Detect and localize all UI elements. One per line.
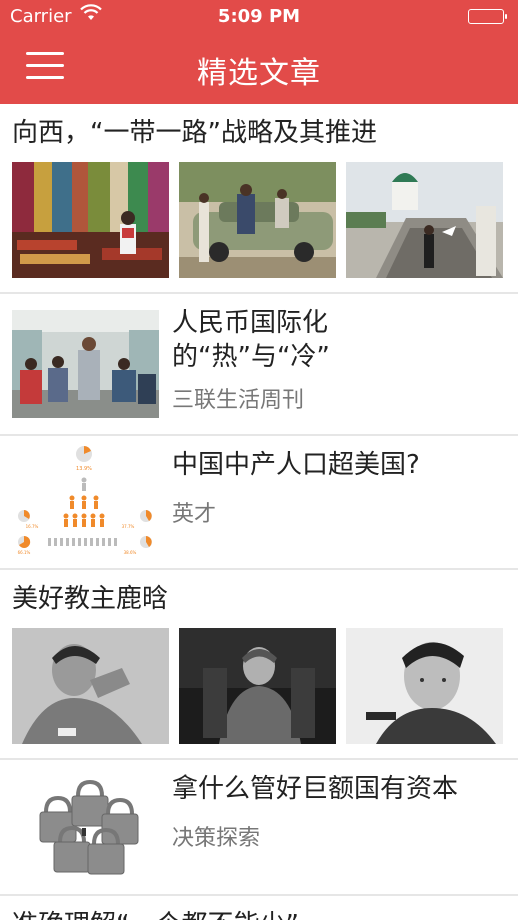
- image-gallery: [12, 628, 506, 744]
- infographic-value: 37.7%: [122, 524, 135, 529]
- status-bar: Carrier 5:09 PM: [0, 0, 518, 34]
- page-title: 精选文章: [197, 56, 321, 91]
- infographic-population-pyramid: 13.9% 16.7% 37.7% 66.1% 38.6%: [12, 444, 159, 560]
- article-source: 决策探索: [172, 826, 261, 851]
- headline-line: 人民币国际化: [172, 308, 329, 338]
- photo-portrait-3[interactable]: [346, 628, 503, 744]
- photo-train-passengers: [12, 310, 159, 418]
- article-card-state-capital[interactable]: 拿什么管好巨额国有资本 决策探索: [0, 760, 518, 894]
- article-card-belt-road[interactable]: 向西，“一带一路”战略及其推进: [0, 104, 518, 292]
- infographic-value: 13.9%: [76, 466, 92, 472]
- status-time: 5:09 PM: [217, 6, 301, 27]
- infographic-value: 66.1%: [18, 550, 31, 555]
- infographic-value: 16.7%: [26, 524, 39, 529]
- photo-mosque-stairs[interactable]: [346, 162, 503, 278]
- article-card-luhan[interactable]: 美好教主鹿晗: [0, 570, 518, 758]
- photo-padlocks: [12, 772, 159, 882]
- headline-line: 的“热”与“冷”: [172, 342, 330, 372]
- article-headline: 准确理解“一个都不能少”: [12, 908, 506, 920]
- photo-portrait-2[interactable]: [179, 628, 336, 744]
- photo-vintage-car[interactable]: [179, 162, 336, 278]
- article-source: 三联生活周刊: [172, 388, 305, 413]
- article-headline: 向西，“一带一路”战略及其推进: [12, 118, 377, 148]
- photo-portrait-1[interactable]: [12, 628, 169, 744]
- nav-bar: 精选文章: [0, 34, 518, 104]
- article-card-rmb[interactable]: 人民币国际化 的“热”与“冷” 三联生活周刊: [0, 294, 518, 434]
- article-headline: 中国中产人口超美国?: [172, 450, 420, 480]
- article-headline: 拿什么管好巨额国有资本: [172, 774, 459, 804]
- article-feed: 向西，“一带一路”战略及其推进 人民币国际化 的“热”与“冷” 三联生活周刊 1…: [0, 104, 518, 920]
- article-card-partial[interactable]: 准确理解“一个都不能少”: [0, 896, 518, 920]
- article-source: 英才: [172, 502, 217, 527]
- infographic-value: 38.6%: [124, 550, 137, 555]
- image-gallery: [12, 162, 506, 278]
- article-headline: 人民币国际化 的“热”与“冷”: [172, 306, 502, 374]
- photo-carpet-market[interactable]: [12, 162, 169, 278]
- article-headline: 美好教主鹿晗: [12, 584, 169, 614]
- article-card-middle-class[interactable]: 13.9% 16.7% 37.7% 66.1% 38.6% 中国中产人口超美国?…: [0, 436, 518, 568]
- battery-icon: [468, 9, 507, 24]
